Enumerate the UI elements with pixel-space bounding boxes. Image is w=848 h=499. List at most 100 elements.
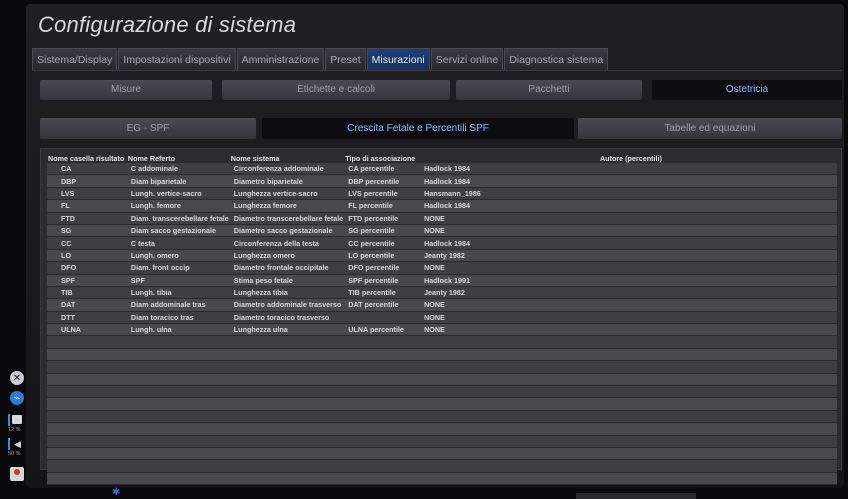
- table-row[interactable]: DFO Diam. front occip Diametro frontale oc…: [47, 261, 837, 275]
- table-cell: Circonferenza della testa: [229, 236, 345, 250]
- tab-preset[interactable]: Preset: [325, 48, 366, 70]
- column-header[interactable]: Nome sistema: [230, 154, 344, 163]
- table-cell: [344, 360, 421, 374]
- table-cell: [344, 311, 421, 325]
- table-cell: [229, 447, 345, 461]
- table-row[interactable]: CA C addominale Circonferenza addominale CA…: [47, 163, 837, 176]
- tab-servizi-online[interactable]: Servizi online: [430, 48, 504, 70]
- tab-misurazioni[interactable]: Misurazioni: [366, 48, 430, 70]
- table-row[interactable]: SPF SPF Stima peso fetale SPF percentile Had…: [47, 274, 837, 287]
- volume-icon[interactable]: ◀: [14, 439, 21, 450]
- table-cell: [126, 397, 230, 411]
- table-cell: DBP percentile: [344, 174, 421, 188]
- table-cell: [420, 360, 599, 374]
- table-cell: [420, 397, 599, 411]
- table-cell: [229, 397, 345, 411]
- tab-impostazioni-dispositivi[interactable]: Impostazioni dispositivi: [118, 48, 236, 70]
- tab-diagnostica-sistema[interactable]: Diagnostica sistema: [504, 48, 609, 70]
- table-cell: [598, 261, 837, 275]
- table-cell: Hadlock 1984: [420, 236, 599, 250]
- subtab-etichette-e-calcoli[interactable]: Etichette e calcoli: [222, 80, 450, 100]
- table-cell: [229, 335, 345, 349]
- column-header[interactable]: Tipo di associazione: [344, 154, 420, 163]
- table-cell: LVS percentile: [344, 187, 421, 201]
- table-cell: [598, 199, 837, 213]
- table-row[interactable]: LO Lungh. omero Lunghezza omero LO percenti…: [47, 249, 837, 263]
- table-cell: [47, 435, 127, 449]
- table-row[interactable]: LVS Lungh. vertice-sacro Lunghezza vertice…: [47, 187, 837, 201]
- table-cell: Diam. transcerebellare fetale: [126, 212, 230, 225]
- obstetrics-tab-eg-spf[interactable]: EG - SPF: [40, 118, 256, 139]
- table-cell: [598, 360, 837, 374]
- table-cell: CC percentile: [344, 236, 421, 250]
- table-cell: Lungh. omero: [126, 249, 230, 263]
- table-cell: NONE: [420, 311, 599, 325]
- table-cell: TIB: [47, 286, 127, 300]
- table-row[interactable]: FTD Diam. transcerebellare fetale Diametro…: [47, 212, 837, 225]
- table-row[interactable]: DAT Diam addominale tras Diametro addomina…: [47, 298, 837, 312]
- table-row[interactable]: TIB Lungh. tibia Lunghezza tibia TIB percen…: [47, 286, 837, 300]
- table-cell: Lungh. femore: [126, 199, 230, 213]
- table-cell: NONE: [420, 212, 599, 225]
- empty-table-row: [47, 422, 837, 436]
- table-cell: DAT percentile: [344, 298, 421, 312]
- table-cell: [47, 410, 127, 424]
- tab-amministrazione[interactable]: Amministrazione: [236, 48, 325, 70]
- table-cell: CA: [47, 163, 127, 176]
- table-cell: [598, 373, 837, 387]
- table-row[interactable]: ULNA Lungh. ulna Lunghezza ulna ULNA percen…: [47, 323, 837, 337]
- table-cell: [47, 348, 127, 362]
- tab-sistema-display[interactable]: Sistema/Display: [32, 48, 118, 70]
- table-cell: [229, 435, 345, 449]
- subtab-misure[interactable]: Misure: [40, 80, 212, 100]
- page-title: Configurazione di sistema: [38, 12, 297, 37]
- column-header[interactable]: Nome Referto: [127, 154, 230, 163]
- table-cell: Diam. front occip: [126, 261, 230, 275]
- main-tab-bar: Sistema/Display Impostazioni dispositivi A…: [32, 48, 609, 70]
- empty-table-row: [47, 360, 837, 374]
- table-cell: [229, 348, 345, 362]
- table-cell: Diametro addominale trasverso: [229, 298, 345, 312]
- table-cell: [47, 422, 127, 436]
- table-cell: [47, 447, 127, 461]
- user-icon[interactable]: [10, 467, 24, 481]
- table-cell: Hansmann_1986: [420, 187, 599, 201]
- obstetrics-tab-crescita-fetale-e-percentili-spf[interactable]: Crescita Fetale e Percentili SPF: [262, 118, 574, 139]
- table-cell: Diam addominale tras: [126, 298, 230, 312]
- table-cell: [598, 224, 837, 238]
- table-row[interactable]: DBP Diam biparietale Diametro biparietale D…: [47, 174, 837, 188]
- empty-table-row: [47, 373, 837, 387]
- column-header[interactable]: Nome casella risultato: [47, 154, 127, 163]
- column-header[interactable]: [420, 154, 599, 163]
- obstetrics-tab-tabelle-ed-equazioni[interactable]: Tabelle ed equazioni: [578, 118, 842, 139]
- table-cell: DFO: [47, 261, 127, 275]
- table-cell: [47, 373, 127, 387]
- table-cell: [229, 385, 345, 399]
- table-row[interactable]: DTT Diam toracico tras Diametro toracico t…: [47, 311, 837, 325]
- subtab-pacchetti[interactable]: Pacchetti: [456, 80, 642, 100]
- empty-table-row: [47, 447, 837, 461]
- table-row[interactable]: SG Diam sacco gestazionale Diametro sacco …: [47, 224, 837, 238]
- table-cell: DTT: [47, 311, 127, 325]
- table-cell: [47, 472, 127, 486]
- table-cell: ULNA: [47, 323, 127, 337]
- table-cell: Diam sacco gestazionale: [126, 224, 230, 238]
- table-row[interactable]: FL Lungh. femore Lunghezza femore FL percen…: [47, 199, 837, 213]
- subtab-bar: Misure Etichette e calcoli Pacchetti Ostetr…: [40, 80, 842, 100]
- table-row[interactable]: CC C testa Circonferenza della testa CC per…: [47, 236, 837, 250]
- printer-icon[interactable]: [12, 415, 22, 424]
- table-cell: C addominale: [126, 163, 230, 176]
- empty-table-row: [47, 385, 837, 399]
- column-header[interactable]: Autore (percentili): [599, 154, 837, 163]
- subtab-ostetricia[interactable]: Ostetricia: [652, 80, 842, 100]
- table-cell: [229, 459, 345, 473]
- table-cell: Lunghezza vertice-sacro: [229, 187, 345, 201]
- close-icon[interactable]: ✕: [10, 371, 24, 385]
- table-cell: [47, 397, 127, 411]
- usb-icon[interactable]: ⌁: [10, 391, 24, 405]
- table-cell: Diametro frontale occipitale: [229, 261, 345, 275]
- table-cell: [344, 472, 421, 486]
- table-cell: SG percentile: [344, 224, 421, 238]
- table-cell: DFO percentile: [344, 261, 421, 275]
- tab-underline: [32, 70, 842, 71]
